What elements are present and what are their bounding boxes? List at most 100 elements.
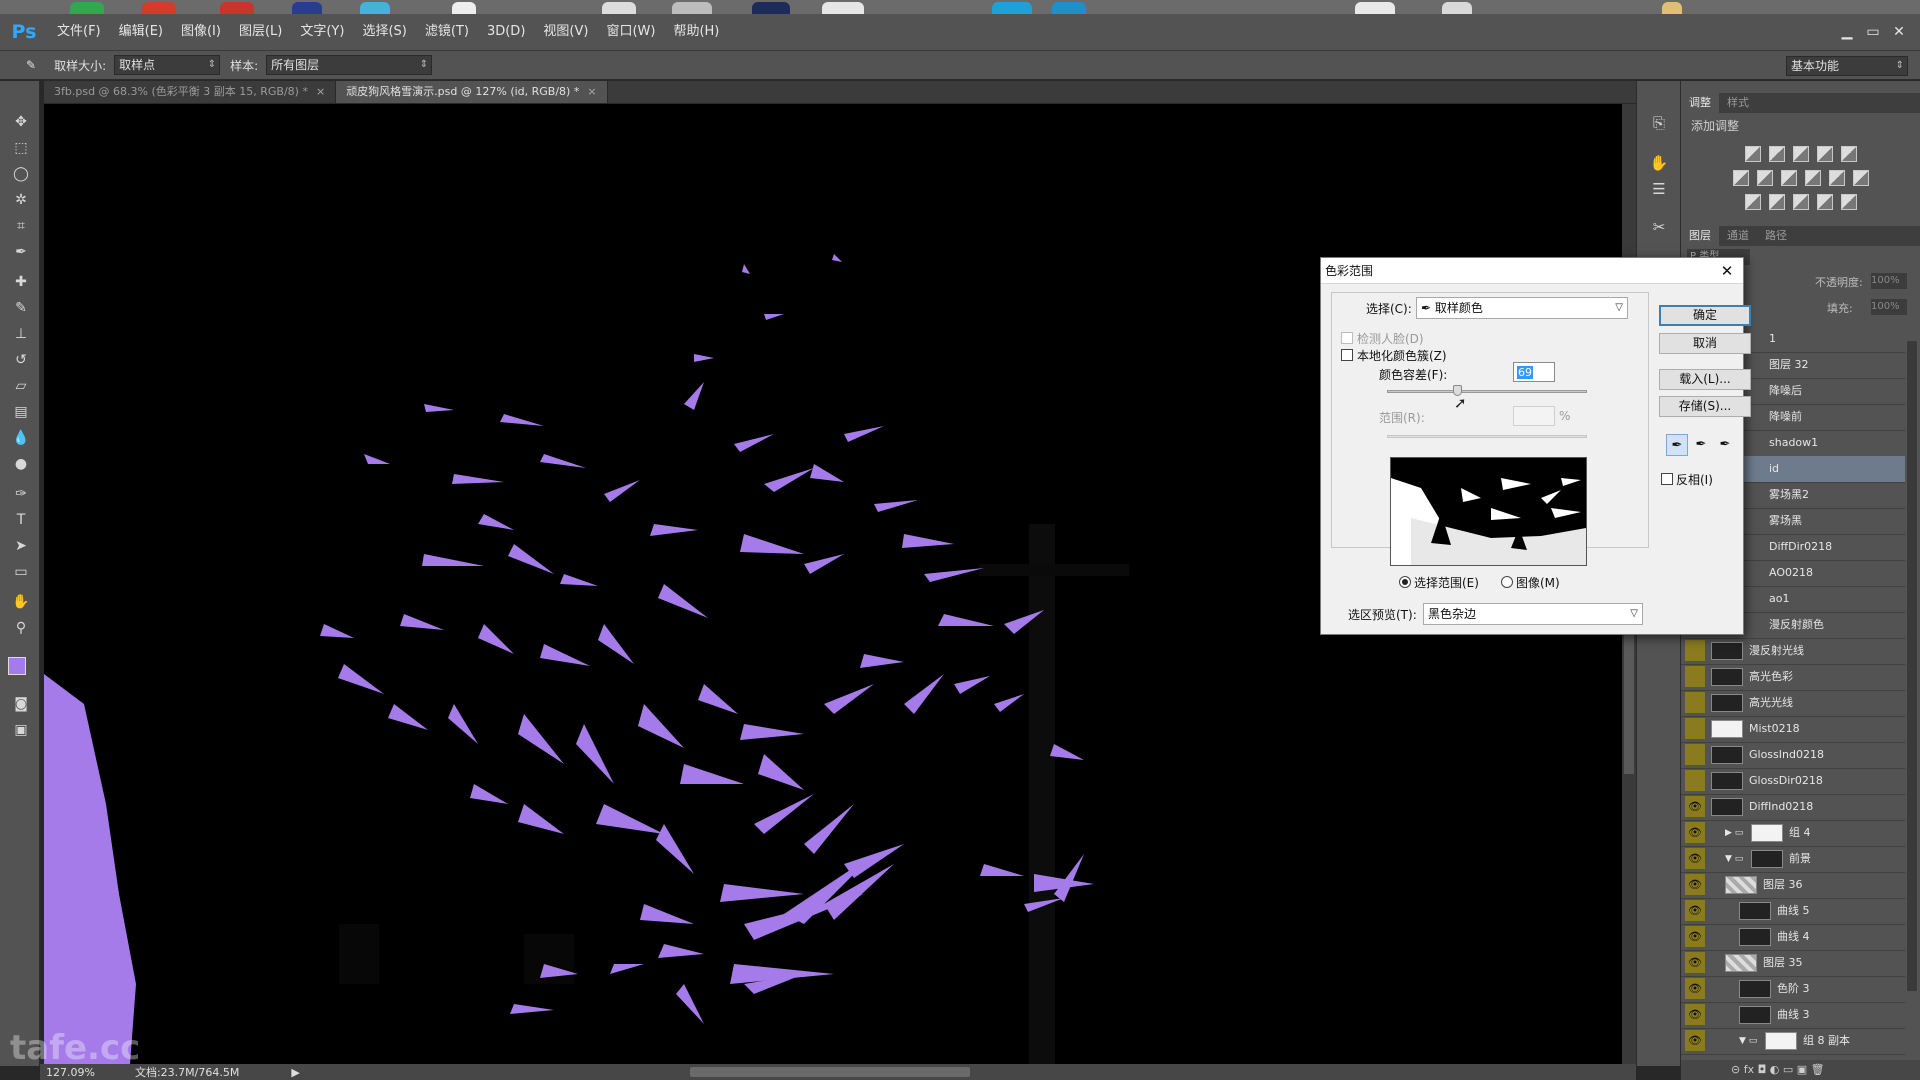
menu-view[interactable]: 视图(V) [534, 14, 597, 50]
layer-row[interactable]: GlossDir0218 [1681, 768, 1905, 795]
eyedropper-sample-icon[interactable]: ✒ [1666, 434, 1688, 456]
shape-tool-icon[interactable]: ▭ [10, 561, 32, 583]
group-toggle-icon[interactable]: ▼ ▭ [1739, 1028, 1757, 1054]
visibility-eye-icon[interactable]: 👁 [1685, 874, 1705, 895]
visibility-eye-icon[interactable]: 👁 [1685, 848, 1705, 869]
lookup-icon[interactable] [1852, 170, 1869, 186]
range-input[interactable] [1513, 406, 1555, 426]
layer-row[interactable]: 👁 ▶ ▭ 组 4 [1681, 820, 1905, 847]
tab-adjustments[interactable]: 调整 [1681, 93, 1719, 113]
menu-help[interactable]: 帮助(H) [664, 14, 728, 50]
tab-styles[interactable]: 样式 [1719, 93, 1757, 113]
eyedropper-subtract-icon[interactable]: ✒ [1714, 434, 1736, 456]
brush-preset-icon[interactable]: ✋ [1647, 151, 1671, 175]
visibility-eye-icon[interactable]: 👁 [1685, 796, 1705, 817]
visibility-eye-icon[interactable]: 👁 [1685, 926, 1705, 947]
cancel-button[interactable]: 取消 [1659, 333, 1751, 354]
menu-file[interactable]: 文件(F) [48, 14, 110, 50]
layer-row[interactable]: 👁 曲线 4 [1681, 924, 1905, 951]
foreground-color-swatch[interactable] [8, 657, 26, 675]
visibility-eye-icon[interactable]: 👁 [1685, 1004, 1705, 1025]
gradient-map-icon[interactable] [1840, 194, 1857, 210]
levels-icon[interactable] [1768, 146, 1785, 162]
menu-window[interactable]: 窗口(W) [597, 14, 664, 50]
layer-row[interactable]: 高光光线 [1681, 690, 1905, 717]
ok-button[interactable]: 确定 [1659, 305, 1751, 326]
exposure-icon[interactable] [1816, 146, 1833, 162]
tab-document-1[interactable]: 3fb.psd @ 68.3% (色彩平衡 3 副本 15, RGB/8) * × [44, 81, 337, 103]
visibility-eye-icon[interactable]: 👁 [1685, 952, 1705, 973]
layer-row[interactable]: 漫反射光线 [1681, 638, 1905, 665]
blur-tool-icon[interactable]: 💧 [10, 427, 32, 449]
dialog-close-icon[interactable]: ✕ [1717, 261, 1737, 281]
layer-row[interactable]: Mist0218 [1681, 716, 1905, 743]
visibility-eye-icon[interactable] [1685, 692, 1705, 713]
maximize-button[interactable]: ▭ [1860, 21, 1886, 43]
group-toggle-icon[interactable]: ▶ ▭ [1725, 820, 1743, 846]
magic-wand-tool-icon[interactable]: ✲ [10, 189, 32, 211]
tab-channels[interactable]: 通道 [1719, 226, 1757, 246]
detect-faces-checkbox[interactable] [1341, 332, 1353, 344]
workspace-select[interactable]: 基本功能 [1786, 56, 1908, 76]
tab-layers[interactable]: 图层 [1681, 226, 1719, 246]
quick-mask-icon[interactable]: ◙ [10, 693, 32, 715]
invert-checkbox[interactable] [1661, 473, 1673, 485]
sample-size-select[interactable]: 取样点 [114, 55, 221, 75]
menu-3d[interactable]: 3D(D) [478, 14, 534, 50]
type-tool-icon[interactable]: T [10, 509, 32, 531]
selective-color-icon[interactable] [1816, 194, 1833, 210]
tab-close-icon[interactable]: × [587, 85, 596, 98]
mixer-icon[interactable] [1828, 170, 1845, 186]
selection-preview-combo[interactable]: 黑色杂边 ▽ [1423, 603, 1643, 625]
properties-icon[interactable]: ☰ [1647, 177, 1671, 201]
hue-icon[interactable] [1732, 170, 1749, 186]
load-button[interactable]: 载入(L)... [1659, 369, 1751, 390]
menu-layer[interactable]: 图层(L) [230, 14, 291, 50]
eraser-tool-icon[interactable]: ▱ [10, 375, 32, 397]
layer-row[interactable]: 👁 色阶 3 [1681, 976, 1905, 1003]
screen-mode-icon[interactable]: ▣ [10, 719, 32, 741]
radio-selection[interactable] [1399, 576, 1411, 588]
layer-row[interactable]: 👁 曲线 5 [1681, 898, 1905, 925]
move-tool-icon[interactable]: ✥ [10, 111, 32, 133]
minimize-button[interactable]: ▁ [1834, 21, 1860, 43]
close-button[interactable]: ✕ [1886, 21, 1912, 43]
tab-close-icon[interactable]: × [316, 85, 325, 98]
history-icon[interactable]: ⎘ [1647, 111, 1671, 135]
tools-preset-icon[interactable]: ✂ [1647, 215, 1671, 239]
visibility-eye-icon[interactable]: 👁 [1685, 900, 1705, 921]
tab-paths[interactable]: 路径 [1757, 226, 1795, 246]
menu-select[interactable]: 选择(S) [353, 14, 415, 50]
layers-footer[interactable]: ⊝ fx ◘ ◐ ▭ ▣ 🗑 [1681, 1060, 1920, 1080]
canvas-horizontal-scrollbar[interactable] [690, 1067, 970, 1077]
eyedropper-add-icon[interactable]: ✒ [1690, 434, 1712, 456]
group-toggle-icon[interactable]: ▼ ▭ [1725, 846, 1743, 872]
localized-clusters-checkbox[interactable] [1341, 349, 1353, 361]
visibility-eye-icon[interactable] [1685, 770, 1705, 791]
vibrance-icon[interactable] [1840, 146, 1857, 162]
layer-row[interactable]: 👁 ▼ ▭ 组 8 副本 [1681, 1028, 1905, 1055]
fuzziness-slider[interactable] [1387, 390, 1587, 393]
bw-icon[interactable] [1780, 170, 1797, 186]
eyedropper-icon[interactable]: ✎ [26, 58, 36, 72]
opacity-input[interactable]: 100% [1871, 273, 1907, 289]
layer-row[interactable]: 👁 图层 36 [1681, 872, 1905, 899]
sample-select[interactable]: 所有图层 [266, 55, 433, 75]
stamp-tool-icon[interactable]: ⊥ [10, 323, 32, 345]
fuzziness-input[interactable]: 69 [1513, 362, 1555, 382]
menu-image[interactable]: 图像(I) [172, 14, 230, 50]
menu-edit[interactable]: 编辑(E) [110, 14, 172, 50]
invert-icon[interactable] [1744, 194, 1761, 210]
curves-icon[interactable] [1792, 146, 1809, 162]
healing-tool-icon[interactable]: ✚ [10, 271, 32, 293]
brush-tool-icon[interactable]: ✎ [10, 297, 32, 319]
eyedropper-tool-icon[interactable]: ✒ [10, 241, 32, 263]
fill-input[interactable]: 100% [1871, 299, 1907, 315]
save-button[interactable]: 存储(S)... [1659, 396, 1751, 417]
dodge-tool-icon[interactable]: ● [10, 453, 32, 475]
select-combo[interactable]: ✒ 取样颜色 ▽ [1416, 297, 1628, 319]
threshold-icon[interactable] [1792, 194, 1809, 210]
brightness-icon[interactable] [1744, 146, 1761, 162]
visibility-eye-icon[interactable] [1685, 666, 1705, 687]
layer-row[interactable]: 高光色彩 [1681, 664, 1905, 691]
